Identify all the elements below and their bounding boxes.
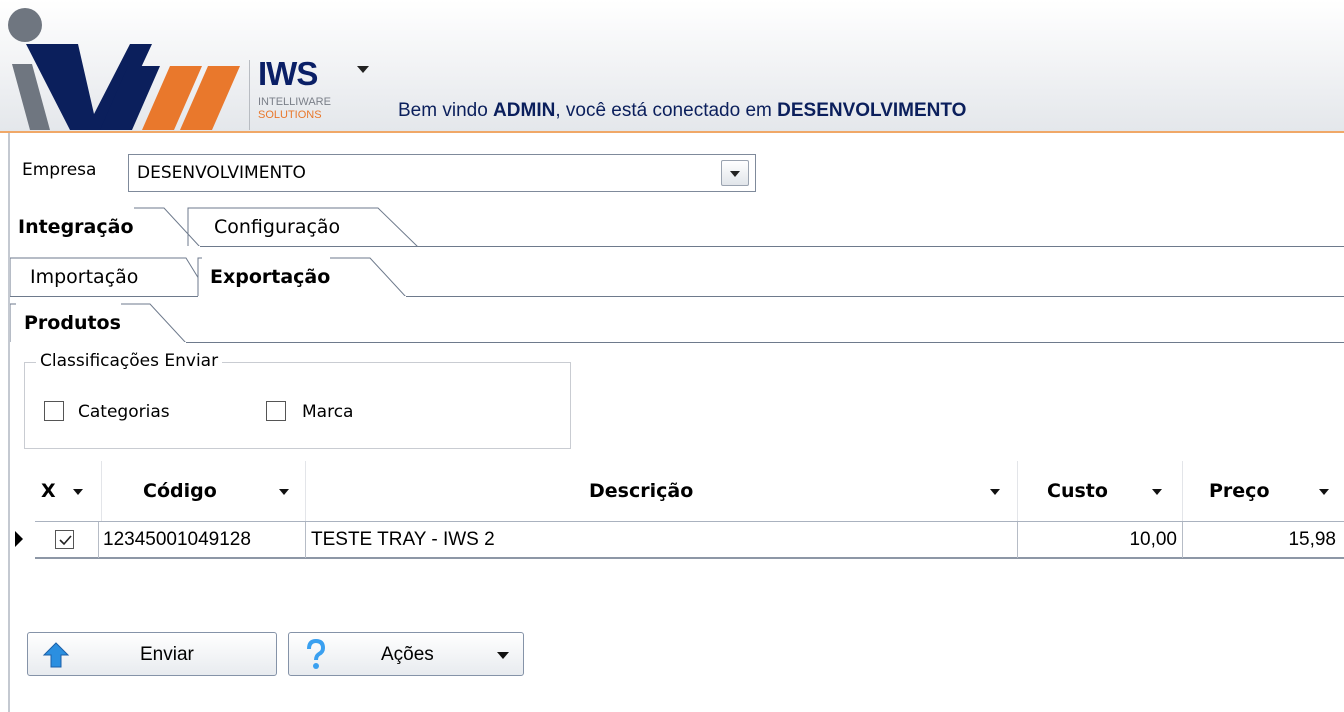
welcome-message: Bem vindo ADMIN, você está conectado em … [398, 100, 966, 122]
empresa-select[interactable]: DESENVOLVIMENTO [128, 154, 756, 192]
acoes-label: Ações [381, 644, 434, 665]
brand-subtitle-2: SOLUTIONS [258, 109, 322, 121]
cell-separator [98, 522, 99, 558]
column-x[interactable]: X [41, 461, 56, 521]
sort-arrow-icon[interactable] [990, 489, 1000, 495]
brand-subtitle-1: INTELLIWARE [258, 96, 331, 108]
cell-separator [305, 522, 306, 558]
marca-checkbox[interactable] [266, 401, 286, 421]
tab-produtos[interactable]: Produtos [16, 303, 121, 343]
tabs-level3: Produtos [10, 303, 1344, 343]
caret-down-icon [497, 652, 509, 659]
tabs-level1: Integração Configuração [10, 207, 1344, 247]
welcome-company: DESENVOLVIMENTO [777, 100, 967, 121]
header-banner: IWS INTELLIWARE SOLUTIONS Bem vindo ADMI… [0, 0, 1344, 133]
enviar-button[interactable]: Enviar [27, 632, 277, 676]
logo-dot [8, 8, 42, 42]
empresa-dropdown-button[interactable] [721, 160, 749, 186]
acoes-button[interactable]: Ações [288, 632, 524, 676]
column-descricao[interactable]: Descrição [589, 461, 693, 521]
tab-exportacao[interactable]: Exportação [202, 257, 331, 297]
tab-importacao[interactable]: Importação [22, 257, 138, 297]
cell-descricao: TESTE TRAY - IWS 2 [311, 529, 495, 550]
cell-preco: 15,98 [1288, 529, 1336, 550]
table-row[interactable]: 12345001049128 TESTE TRAY - IWS 2 10,00 … [35, 521, 1344, 559]
cell-custo: 10,00 [1129, 529, 1177, 550]
sort-arrow-icon[interactable] [279, 489, 289, 495]
tab-integracao[interactable]: Integração [10, 207, 134, 247]
up-arrow-icon [42, 642, 70, 668]
empresa-label: Empresa [22, 160, 97, 180]
row-select-checkbox[interactable] [55, 530, 74, 549]
column-codigo[interactable]: Código [143, 461, 217, 521]
welcome-middle: , você está conectado em [555, 100, 778, 121]
marca-label: Marca [302, 402, 354, 422]
column-preco[interactable]: Preço [1209, 461, 1270, 521]
logo-separator [249, 60, 250, 130]
empresa-value: DESENVOLVIMENTO [137, 163, 306, 183]
column-separator [1182, 461, 1183, 521]
tab-configuracao[interactable]: Configuração [206, 207, 340, 247]
sort-arrow-icon[interactable] [73, 489, 83, 495]
sort-arrow-icon[interactable] [1152, 489, 1162, 495]
tabs-level2: Importação Exportação [10, 257, 1344, 297]
row-indicator-icon [15, 531, 23, 547]
cell-codigo: 12345001049128 [103, 529, 251, 550]
sort-arrow-icon[interactable] [1319, 489, 1329, 495]
grid-header: X Código Descrição Custo Preço [35, 461, 1344, 521]
classificacoes-title: Classificações Enviar [36, 351, 223, 371]
categorias-label: Categorias [78, 402, 170, 422]
column-separator [101, 461, 102, 521]
categorias-checkbox[interactable] [44, 401, 64, 421]
column-separator [1017, 461, 1018, 521]
welcome-prefix: Bem vindo [398, 100, 494, 121]
help-icon [307, 639, 326, 669]
checkmark-icon [59, 535, 72, 546]
tab-baseline [10, 342, 1344, 343]
welcome-user: ADMIN [493, 100, 556, 121]
column-custo[interactable]: Custo [1047, 461, 1108, 521]
column-separator [305, 461, 306, 521]
caret-down-icon[interactable] [357, 66, 369, 73]
logo-mark-icon [12, 44, 240, 130]
enviar-label: Enviar [140, 644, 194, 665]
brand-name: IWS [258, 55, 318, 92]
